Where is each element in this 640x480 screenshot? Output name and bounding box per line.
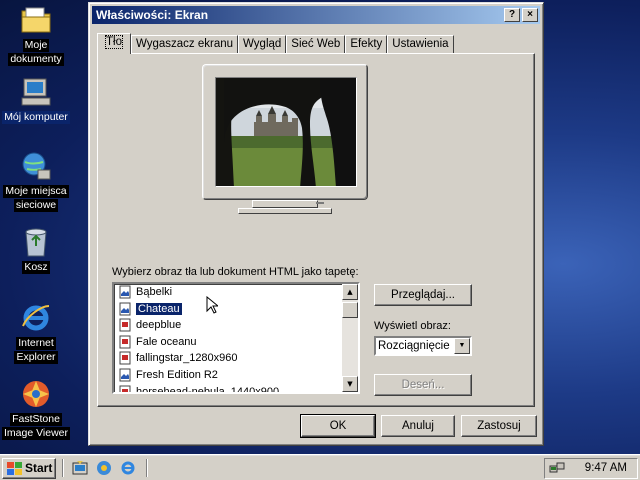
start-button[interactable]: Start [2,458,56,479]
tab-settings[interactable]: Ustawienia [387,35,454,53]
tab-effects[interactable]: Efekty [345,35,388,53]
ok-button[interactable]: OK [300,414,376,438]
html-file-icon [119,385,131,392]
html-file-icon [119,351,131,365]
wallpaper-preview [215,77,357,187]
desktop-icon-internet-explorer[interactable]: Internet Explorer [2,302,70,364]
system-tray: 9:47 AM [544,458,638,479]
tab-strip: Tło Wygaszacz ekranu Wygląd Sieć Web Efe… [97,33,454,54]
desktop-icon-label: FastStone [10,413,62,426]
desktop-icon-label: Explorer [14,351,58,364]
wallpaper-list-label: Wybierz obraz tła lub dokument HTML jako… [112,266,359,278]
window-title: Właściwości: Ekran [96,8,209,22]
html-file-icon [119,318,131,332]
bitmap-file-icon [119,368,131,382]
quicklaunch-separator [62,459,64,477]
folder-icon [20,4,52,36]
desktop-icon-faststone[interactable]: FastStone Image Viewer [2,378,70,440]
list-item[interactable]: Bąbelki [114,284,358,301]
tab-background[interactable]: Tło [97,33,131,54]
desktop-icon-label: Image Viewer [2,427,70,440]
scroll-up-arrow-icon[interactable]: ▲ [342,284,358,300]
start-label: Start [25,461,53,475]
desktop-icon-recycle-bin[interactable]: Kosz [2,226,70,274]
clock[interactable]: 9:47 AM [585,462,627,474]
list-item-selected[interactable]: Chateau [114,301,358,318]
ie-quicklaunch-icon[interactable] [120,460,136,476]
faststone-icon [20,378,52,410]
wallpaper-listbox[interactable]: Bąbelki Chateau deepblue Fale oceanu fal… [112,282,360,394]
tab-panel: Wybierz obraz tła lub dokument HTML jako… [97,53,535,407]
mouse-cursor-icon [206,296,218,314]
desktop-icon-label: sieciowe [13,199,59,212]
list-item[interactable]: horsehead-nebula_1440x900 [114,384,358,392]
list-item[interactable]: Fale oceanu [114,334,358,351]
title-bar[interactable]: Właściwości: Ekran ? × [92,6,540,24]
bitmap-file-icon [119,302,131,316]
recycle-bin-icon [20,226,52,258]
taskbar: Start 9:47 AM [0,454,640,480]
tab-web[interactable]: Sieć Web [286,35,346,53]
display-properties-window: Właściwości: Ekran ? × Tło Wygaszacz ekr… [88,2,544,446]
desktop-icon-my-computer[interactable]: Mój komputer [2,76,70,124]
list-scrollbar[interactable]: ▲ ▼ [342,284,358,392]
desktop-icon-label: Moje [22,39,50,52]
monitor-preview [202,64,368,200]
desktop-icon-label: dokumenty [8,53,64,66]
chevron-down-icon[interactable]: ▼ [454,338,470,354]
close-button[interactable]: × [522,8,538,22]
desktop-icon-label: Kosz [22,261,50,274]
computer-icon [20,76,52,108]
quicklaunch-separator [146,459,148,477]
list-item[interactable]: deepblue [114,317,358,334]
monitor-base [238,208,332,214]
display-mode-value: Rozciągnięcie [378,340,450,352]
scroll-down-arrow-icon[interactable]: ▼ [342,376,358,392]
list-item[interactable]: Fresh Edition R2 [114,367,358,384]
monitor-led [316,202,324,204]
apply-button[interactable]: Zastosuj [461,415,537,437]
scroll-thumb[interactable] [342,302,358,318]
browse-button[interactable]: Przeglądaj... [374,284,472,306]
cancel-button[interactable]: Anuluj [381,415,455,437]
html-file-icon [119,335,131,349]
faststone-quicklaunch-icon[interactable] [96,460,112,476]
windows-logo-icon [7,462,22,475]
help-button[interactable]: ? [504,8,520,22]
desktop-icon-my-documents[interactable]: Moje dokumenty [2,4,70,66]
bitmap-file-icon [119,285,131,299]
list-item[interactable]: fallingstar_1280x960 [114,350,358,367]
desktop-icon-label: Mój komputer [2,111,70,124]
desktop-icon-network[interactable]: Moje miejsca sieciowe [2,150,70,212]
network-icon [20,150,52,182]
display-mode-select[interactable]: Rozciągnięcie ▼ [374,336,472,356]
ie-icon [20,302,52,334]
network-tray-icon[interactable] [549,461,565,477]
tab-appearance[interactable]: Wygląd [238,35,287,53]
show-desktop-icon[interactable] [72,460,88,476]
tab-screensaver[interactable]: Wygaszacz ekranu [130,35,239,53]
desktop-icon-label: Internet [16,337,56,350]
display-mode-label: Wyświetl obraz: [374,320,451,332]
monitor-stand [252,200,318,208]
pattern-button[interactable]: Deseń... [374,374,472,396]
desktop-icon-label: Moje miejsca [3,185,69,198]
